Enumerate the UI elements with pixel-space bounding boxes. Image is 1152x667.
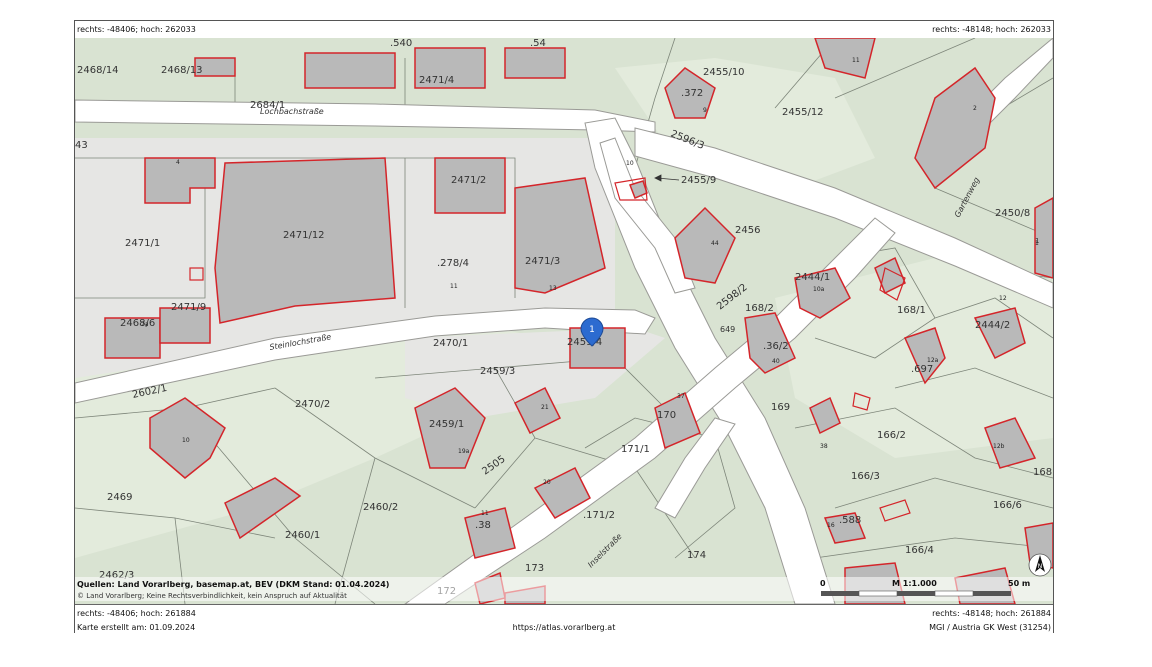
parcel-label: 2468/6 [120,318,155,329]
building [464,507,516,559]
house-number: 12 [999,295,1007,302]
parcel-label: 2471/4 [419,75,454,86]
top-right-coordinates: rechts: -48148; hoch: 262033 [932,25,1051,34]
parcel-label: 2471/12 [283,230,325,241]
house-number: 7a [141,321,149,328]
north-letter: N [1038,563,1043,570]
parcel-label: 2468/13 [161,65,203,76]
house-number: 12b [993,443,1005,450]
parcel-label: 166/4 [905,545,934,556]
parcel-label: 170 [657,410,676,421]
attribution-line-1: Quellen: Land Vorarlberg, basemap.at, BE… [77,580,389,589]
parcel-label: 168/2 [745,303,774,314]
parcel-label: 2455/10 [703,67,745,78]
parcel-label: 2470/1 [433,338,468,349]
parcel-label: 2471/1 [125,238,160,249]
parcel-label: 2444/2 [975,320,1010,331]
house-number: 37 [677,393,685,400]
source-url[interactable]: https://atlas.vorarlberg.at [75,622,1053,633]
scale-zero: 0 [820,579,826,588]
house-number: 1 [1035,240,1039,247]
north-arrow-icon: N [1028,553,1052,577]
building [504,47,566,79]
building [159,307,211,344]
parcel-label: 43 [75,140,88,151]
house-number: 9 [703,107,707,114]
house-number: 20 [543,479,551,486]
map-canvas[interactable]: 2468/14 2468/13 2471/4 .540 .54 2455/10 … [75,38,1053,604]
parcel-label: 169 [771,402,790,413]
house-number: 11 [450,283,458,290]
street-label-lochbachstrasse: Lochbachstraße [260,107,324,116]
parcel-label: 2460/2 [363,502,398,513]
scale-distance: 50 m [1008,579,1030,588]
bottom-right-coordinates: rechts: -48148; hoch: 261884 [932,609,1051,618]
house-number: 11 [852,57,860,64]
parcel-label: 2456 [735,225,760,236]
parcel-label: .540 [390,38,412,49]
bottom-coordinate-bar: rechts: -48406; hoch: 261884 rechts: -48… [75,604,1053,623]
parcel-label: 649 [720,325,735,334]
projection-label: MGI / Austria GK West (31254) [929,623,1051,632]
parcel-label: 2459/1 [429,419,464,430]
house-number: 10 [626,160,634,167]
house-number: 2 [973,105,977,112]
attribution-line-2: © Land Vorarlberg; Keine Rechtsverbindli… [77,592,347,600]
parcel-label: .278/4 [437,258,469,269]
building [304,52,396,89]
parcel-label: 2444/1 [795,272,830,283]
house-number: 12a [927,357,939,364]
parcel-label: 166/3 [851,471,880,482]
parcel-label: 2470/2 [295,399,330,410]
bottom-left-coordinates: rechts: -48406; hoch: 261884 [77,609,196,618]
parcel-label: .38 [475,520,491,531]
house-number: 11 [481,510,489,517]
house-number: 10a [813,286,825,293]
map-frame: rechts: -48406; hoch: 262033 rechts: -48… [74,20,1054,633]
house-number: 4 [176,159,180,166]
parcel-label: 2455/9 [681,175,716,186]
top-coordinate-bar: rechts: -48406; hoch: 262033 rechts: -48… [75,21,1053,39]
parcel-label: 2471/2 [451,175,486,186]
house-number: 13 [549,285,557,292]
scale-ratio: M 1:1.000 [892,579,937,588]
house-number: 38 [820,443,828,450]
house-number: 19a [458,448,470,455]
parcel-label: 166/2 [877,430,906,441]
house-number: 21 [541,404,549,411]
map-footer: Karte erstellt am: 01.09.2024 https://at… [75,622,1053,633]
house-number: 10 [182,437,190,444]
parcel-label: 2459/3 [480,366,515,377]
parcel-label: 2471/3 [525,256,560,267]
parcel-label: 168 [1033,467,1052,478]
marker-number: 1 [589,325,595,335]
parcel-label: 173 [525,563,544,574]
parcel-label: 2455/12 [782,107,824,118]
parcel-label: 166/6 [993,500,1022,511]
parcel-label: 2468/14 [77,65,119,76]
parcel-label: .54 [530,38,546,49]
parcel-label: .372 [681,88,703,99]
parcel-label: 171/1 [621,444,650,455]
parcel-label: 2469 [107,492,132,503]
parcel-label: 2471/9 [171,302,206,313]
parcel-label: 168/1 [897,305,926,316]
top-left-coordinates: rechts: -48406; hoch: 262033 [77,25,196,34]
parcel-label: .171/2 [583,510,615,521]
house-number: 40 [772,358,780,365]
parcel-label: 174 [687,550,706,561]
parcel-label: 2460/1 [285,530,320,541]
parcel-label: .697 [911,364,933,375]
parcel-label: .588 [839,515,861,526]
house-number: 44 [711,240,719,247]
parcel-label: .36/2 [763,341,789,352]
house-number: 16 [827,522,835,529]
parcel-label: 2450/8 [995,208,1030,219]
